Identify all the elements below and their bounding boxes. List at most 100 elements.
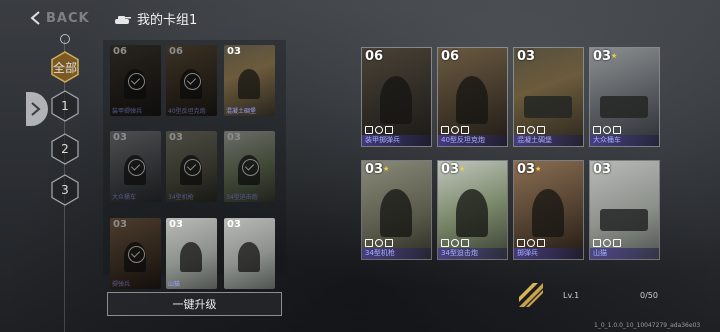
back-label: BACK [46, 10, 90, 26]
card-figure [600, 209, 648, 231]
deck-card-cost: 06 [169, 46, 183, 57]
deck-card-name: 装甲掷弹兵 [112, 108, 143, 115]
card-stat-icons [441, 239, 469, 247]
filter-all-label: 全部 [52, 60, 77, 75]
card-cost: 06 [365, 49, 384, 64]
unit-card[interactable]: 03 ★ 34型机枪 [361, 160, 432, 260]
deck-card[interactable]: 03 [224, 218, 275, 289]
back-button[interactable]: BACK [28, 8, 90, 28]
check-icon [128, 246, 145, 263]
build-version: 1_0_1.0.0_10_10047279_ada36e03 [594, 322, 701, 329]
level-label: Lv.1 [563, 291, 580, 300]
card-cost: 03 [517, 49, 536, 64]
deck-card-name: 34型机枪 [168, 194, 194, 201]
deck-card[interactable]: 03 34型机枪 [166, 131, 217, 202]
unit-card[interactable]: 03 ★ 34型迫击炮 [437, 160, 508, 260]
deck-card-name: 山猫 [168, 281, 181, 288]
deck-card-name: 大众桶车 [112, 194, 137, 201]
unit-card[interactable]: 06 40型反坦克炮 [437, 47, 508, 147]
check-icon [184, 73, 201, 90]
card-stat-icons [365, 126, 393, 134]
unit-card[interactable]: 03 ★ 大众桶车 [589, 47, 660, 147]
chevron-right-icon [31, 102, 41, 116]
card-stat-icons [365, 239, 393, 247]
card-stat-icons [517, 126, 545, 134]
deck-card[interactable]: 03 山猫 [166, 218, 217, 289]
deck-card-name: 40型反坦克炮 [168, 108, 206, 115]
unit-card[interactable]: 03 ★ 掷弹兵 [513, 160, 584, 260]
card-name: 大众桶车 [593, 136, 621, 144]
card-name: 掷弹兵 [517, 249, 538, 257]
star-icon: ★ [459, 165, 466, 173]
card-name: 34型迫击炮 [441, 249, 478, 257]
card-art [180, 242, 202, 272]
star-icon: ★ [611, 52, 618, 60]
card-stat-icons [593, 126, 621, 134]
card-art [238, 242, 260, 272]
deck-card[interactable]: 06 40型反坦克炮 [166, 45, 217, 116]
filter-all[interactable]: 全部 [50, 51, 80, 83]
card-stat-icons [441, 126, 469, 134]
page-title: 我的卡组1 [137, 13, 198, 28]
card-cost: 03 [441, 162, 460, 177]
card-figure [600, 96, 648, 118]
card-figure [456, 76, 488, 124]
deck-card-cost: 03 [113, 132, 127, 143]
card-name: 34型机枪 [365, 249, 395, 257]
card-cost: 03 [593, 49, 612, 64]
deck-card-cost: 03 [227, 132, 241, 143]
unit-card[interactable]: 03 山猫 [589, 160, 660, 260]
card-cost: 06 [441, 49, 460, 64]
card-name: 混凝土碉堡 [517, 136, 552, 144]
check-icon [128, 159, 145, 176]
check-icon [184, 159, 201, 176]
card-name: 40型反坦克炮 [441, 136, 485, 144]
star-icon: ★ [535, 165, 542, 173]
deck-card[interactable]: 03 混凝土碉堡 [224, 45, 275, 116]
card-art [238, 69, 260, 99]
deck-card-cost: 06 [113, 46, 127, 57]
deck-card-cost: 03 [227, 219, 241, 230]
check-icon [242, 159, 259, 176]
back-arrow-icon [30, 11, 40, 25]
filter-2[interactable]: 2 [50, 133, 80, 165]
level-progress: 0/50 [640, 291, 658, 300]
filter-3[interactable]: 3 [50, 174, 80, 206]
card-figure [380, 76, 412, 124]
filter-3-label: 3 [61, 183, 69, 197]
card-figure [456, 189, 488, 237]
unit-card[interactable]: 06 装甲掷弹兵 [361, 47, 432, 147]
card-cost: 03 [517, 162, 536, 177]
deck-card-name: 34型迫击炮 [226, 194, 258, 201]
filter-2-label: 2 [61, 142, 69, 156]
upgrade-all-button[interactable]: 一键升级 [107, 292, 282, 316]
card-figure [524, 96, 572, 118]
nav-top-dot [60, 34, 70, 44]
card-cost: 03 [593, 162, 612, 177]
card-figure [532, 189, 564, 237]
card-stat-icons [517, 239, 545, 247]
deck-card-cost: 03 [113, 219, 127, 230]
card-name: 装甲掷弹兵 [365, 136, 400, 144]
deck-card-cost: 03 [169, 132, 183, 143]
deck-card-cost: 03 [227, 46, 241, 57]
deck-card-cost: 03 [169, 219, 183, 230]
tank-icon [115, 15, 131, 24]
deck-card-name: 掷弹兵 [112, 281, 131, 288]
deck-card[interactable]: 06 装甲掷弹兵 [110, 45, 161, 116]
star-icon: ★ [383, 165, 390, 173]
deck-card[interactable]: 03 大众桶车 [110, 131, 161, 202]
check-icon [128, 73, 145, 90]
card-cost: 03 [365, 162, 384, 177]
card-figure [380, 189, 412, 237]
deck-card[interactable]: 03 掷弹兵 [110, 218, 161, 289]
filter-1-label: 1 [61, 99, 69, 113]
unit-card[interactable]: 03 混凝土碉堡 [513, 47, 584, 147]
deck-card[interactable]: 03 34型迫击炮 [224, 131, 275, 202]
card-name: 山猫 [593, 249, 607, 257]
deck-title: 我的卡组1 [113, 9, 197, 28]
rank-emblem-icon [519, 283, 543, 307]
filter-1[interactable]: 1 [50, 90, 80, 122]
card-stat-icons [593, 239, 621, 247]
deck-card-name: 混凝土碉堡 [226, 108, 257, 115]
